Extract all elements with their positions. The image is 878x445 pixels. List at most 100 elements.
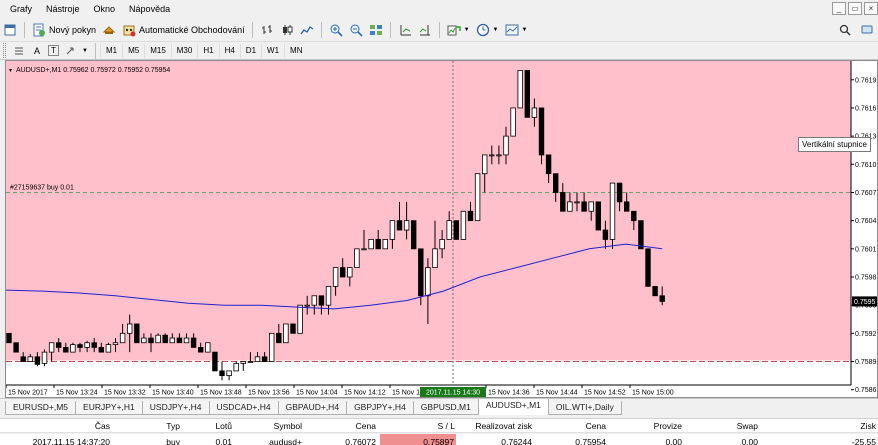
zoom-in-icon xyxy=(330,24,343,37)
col-swap-value: 0.00 xyxy=(741,437,758,445)
expert-icon-button[interactable] xyxy=(99,21,119,39)
restore-button[interactable]: ▭ xyxy=(848,2,862,15)
price-tick-label: 0.7619 xyxy=(855,77,877,84)
col-profit-header[interactable]: Zisk xyxy=(860,419,876,433)
time-tick-label: 15 Nov 14 xyxy=(392,390,424,397)
col-swap-header[interactable]: Swap xyxy=(737,419,758,433)
candlestick-button[interactable] xyxy=(277,21,297,39)
candle-body xyxy=(304,304,310,307)
candle-body xyxy=(318,295,325,306)
candle-body xyxy=(489,154,495,157)
chart-tab-eurusd-m5[interactable]: EURUSD+,M5 xyxy=(5,401,77,415)
zoom-out-button[interactable] xyxy=(346,21,366,39)
col-commission-header[interactable]: Provize xyxy=(654,419,682,433)
candle-body xyxy=(290,323,296,334)
timeframe-mn[interactable]: MN xyxy=(284,43,307,58)
candle-body xyxy=(531,107,538,118)
timeframe-m5[interactable]: M5 xyxy=(122,43,144,58)
price-tick-label: 0.7586 xyxy=(855,387,877,394)
col-price-header[interactable]: Cena xyxy=(356,419,376,433)
timeframe-m30[interactable]: M30 xyxy=(170,43,198,58)
text-label-tool-button[interactable]: T xyxy=(48,45,59,56)
time-tick-label: 15 Nov 13:56 xyxy=(248,390,290,397)
candle-body xyxy=(48,342,55,353)
arrows-tool-button[interactable]: ▼ xyxy=(62,42,91,60)
chat-icon[interactable] xyxy=(860,23,874,37)
templates-button[interactable]: ▼ xyxy=(502,21,531,39)
below-stop-background xyxy=(6,360,851,385)
toolbar-grip[interactable] xyxy=(3,43,6,58)
candle-body xyxy=(396,220,403,231)
menu-napoveda[interactable]: Nápověda xyxy=(122,0,177,19)
col-symbol-value: audusd+ xyxy=(269,437,302,445)
timeframe-m1[interactable]: M1 xyxy=(99,43,122,58)
col-sl-header[interactable]: S / L xyxy=(438,419,455,433)
candle-body xyxy=(332,267,339,287)
zoom-in-button[interactable] xyxy=(326,21,346,39)
chart-tab-gbpusd-m1[interactable]: GBPUSD,M1 xyxy=(412,401,479,415)
new-order-icon xyxy=(33,23,45,37)
chart-tab-audusd-m1[interactable]: AUDUSD+,M1 xyxy=(477,399,549,415)
bar-chart-button[interactable] xyxy=(257,21,277,39)
crosshair-time-label: 2017.11.15 14:30 xyxy=(426,390,480,397)
timeframe-m15[interactable]: M15 xyxy=(144,43,171,58)
timeframe-h4[interactable]: H4 xyxy=(218,43,240,58)
col-type-header[interactable]: Typ xyxy=(166,419,180,433)
price-tick-label: 0.7607 xyxy=(855,190,877,197)
chart-tab-eurjpy-h1[interactable]: EURJPY+,H1 xyxy=(75,401,143,415)
candlestick-icon xyxy=(282,25,293,35)
periods-button[interactable]: ▼ xyxy=(473,21,502,39)
candle-body xyxy=(112,342,119,346)
trade-table-row[interactable]: 2017.11.15 14:37:20 buy 0.01 audusd+ 0.76072… xyxy=(0,434,878,445)
tile-windows-button[interactable] xyxy=(366,21,386,39)
candle-body xyxy=(339,267,346,278)
candle-body xyxy=(609,182,616,240)
col-tp-header[interactable]: Realizovat zisk xyxy=(475,419,532,433)
new-order-button[interactable]: Nový pokyn xyxy=(29,21,99,39)
chart-tab-gbpaud-h4[interactable]: GBPAUD+,H4 xyxy=(277,401,348,415)
auto-scroll-button[interactable] xyxy=(395,21,415,39)
price-chart[interactable]: 0.76190.76160.76130.76100.76070.76040.76… xyxy=(6,61,877,397)
candle-body xyxy=(439,239,445,250)
chart-shift-button[interactable] xyxy=(415,21,435,39)
col-commission-value: 0.00 xyxy=(665,437,682,445)
chart-tab-gbpjpy-h4[interactable]: GBPJPY+,H4 xyxy=(346,401,414,415)
autotrading-button[interactable]: Automatické Obchodování xyxy=(119,21,248,39)
current-price-label: 0.7595 xyxy=(854,299,876,306)
close-button[interactable]: × xyxy=(864,2,878,15)
candle-body xyxy=(197,347,204,353)
candle-body xyxy=(98,347,104,353)
timeframe-d1[interactable]: D1 xyxy=(239,43,261,58)
timeframe-h1[interactable]: H1 xyxy=(197,43,218,58)
col-current-price-header[interactable]: Cena xyxy=(586,419,606,433)
candle-body xyxy=(162,334,168,344)
chart-tab-oil-wti-daily[interactable]: OIL.WTI+,Daily xyxy=(547,401,622,415)
col-lots-header[interactable]: Lotů xyxy=(215,419,232,433)
menu-okno[interactable]: Okno xyxy=(87,0,123,19)
candle-body xyxy=(560,192,566,212)
candle-body xyxy=(524,69,530,118)
candle-body xyxy=(389,220,396,240)
candle-body xyxy=(219,370,225,377)
chart-tab-usdjpy-h4[interactable]: USDJPY+,H4 xyxy=(141,401,210,415)
menu-nastroje[interactable]: Nástroje xyxy=(39,0,87,19)
candle-body xyxy=(432,248,438,269)
text-tool-button[interactable]: A xyxy=(29,44,45,58)
line-chart-button[interactable] xyxy=(297,21,317,39)
indicators-button[interactable]: ▼ xyxy=(444,21,473,39)
grid-lines-icon[interactable] xyxy=(12,44,26,58)
chart-window[interactable]: 0.76190.76160.76130.76100.76070.76040.76… xyxy=(5,60,878,398)
menu-grafy[interactable]: Grafy xyxy=(3,0,39,19)
col-time-header[interactable]: Čas xyxy=(95,419,110,433)
search-icon[interactable] xyxy=(838,23,852,37)
col-tp-value: 0.76244 xyxy=(501,437,532,445)
profile-button[interactable] xyxy=(0,21,20,39)
chevron-down-icon: ▼ xyxy=(521,27,528,33)
col-symbol-header[interactable]: Symbol xyxy=(274,419,302,433)
timeframe-w1[interactable]: W1 xyxy=(261,43,284,58)
chart-tab-usdcad-h4[interactable]: USDCAD+,H4 xyxy=(208,401,279,415)
candle-body xyxy=(659,295,665,302)
autotrading-icon xyxy=(123,25,136,37)
clock-icon xyxy=(476,23,489,37)
minimize-button[interactable]: _ xyxy=(832,2,846,15)
